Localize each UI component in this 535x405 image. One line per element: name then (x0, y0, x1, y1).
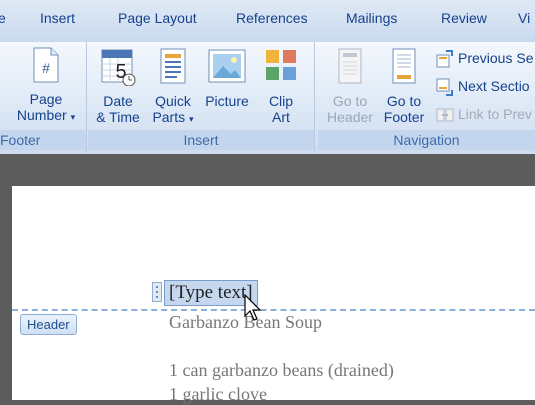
group-insert: 5 Date & Time Quick Parts ▾ Picture Clip… (88, 42, 315, 152)
tab-page-layout[interactable]: Page Layout (118, 10, 197, 26)
header-tag: Header (20, 314, 77, 335)
ribbon-tab-bar: e Insert Page Layout References Mailings… (0, 0, 535, 43)
picture-icon (208, 49, 246, 83)
previous-section-button[interactable]: Previous Se (436, 50, 533, 68)
ribbon: # Page Number ▾ Footer 5 Date & Time Qui… (0, 42, 535, 154)
page-number-button[interactable]: # Page Number ▾ (8, 46, 84, 125)
link-icon (436, 108, 454, 122)
group-label-footer: Footer (0, 130, 86, 150)
group-label-navigation: Navigation (318, 130, 535, 150)
previous-section-icon (436, 50, 453, 68)
document-page[interactable]: [Type text] Header Garbanzo Bean Soup 1 … (12, 186, 535, 404)
next-section-icon (436, 78, 453, 97)
go-to-header-icon (338, 48, 362, 84)
go-to-header-button[interactable]: Go to Header (324, 46, 376, 125)
tab-view[interactable]: Vi (518, 10, 530, 26)
document-line-1: 1 can garbanzo beans (drained) (169, 360, 394, 380)
svg-text:#: # (42, 60, 50, 76)
document-area: [Type text] Header Garbanzo Bean Soup 1 … (0, 154, 535, 404)
go-to-footer-icon (392, 48, 416, 84)
dropdown-arrow-icon: ▾ (189, 114, 194, 124)
quick-parts-button[interactable]: Quick Parts ▾ (148, 46, 198, 127)
mouse-cursor-icon (244, 294, 262, 321)
page-number-icon: # (33, 47, 59, 83)
content-control-handle-icon[interactable] (152, 282, 162, 302)
group-navigation: Go to Header Go to Footer Previous Se Ne… (318, 42, 535, 152)
group-label-insert: Insert (88, 130, 314, 150)
group-header-footer: # Page Number ▾ Footer (0, 42, 87, 152)
tab-insert[interactable]: Insert (40, 10, 75, 26)
picture-button[interactable]: Picture (202, 46, 252, 109)
header-boundary-line (12, 309, 535, 311)
calendar-icon: 5 (101, 49, 136, 87)
tab-mailings[interactable]: Mailings (346, 10, 397, 26)
clip-art-button[interactable]: Clip Art (258, 46, 304, 125)
tab-references[interactable]: References (236, 10, 308, 26)
next-section-button[interactable]: Next Sectio (436, 78, 530, 97)
document-line-2: 1 garlic clove (169, 384, 267, 404)
dropdown-arrow-icon: ▾ (70, 112, 76, 122)
link-to-previous-button[interactable]: Link to Prev (436, 106, 532, 124)
go-to-footer-button[interactable]: Go to Footer (378, 46, 430, 125)
tab-previous[interactable]: e (0, 10, 6, 26)
quick-parts-icon (160, 48, 186, 84)
date-time-button[interactable]: 5 Date & Time (96, 46, 140, 125)
tab-review[interactable]: Review (441, 10, 487, 26)
clip-art-icon (266, 50, 296, 80)
